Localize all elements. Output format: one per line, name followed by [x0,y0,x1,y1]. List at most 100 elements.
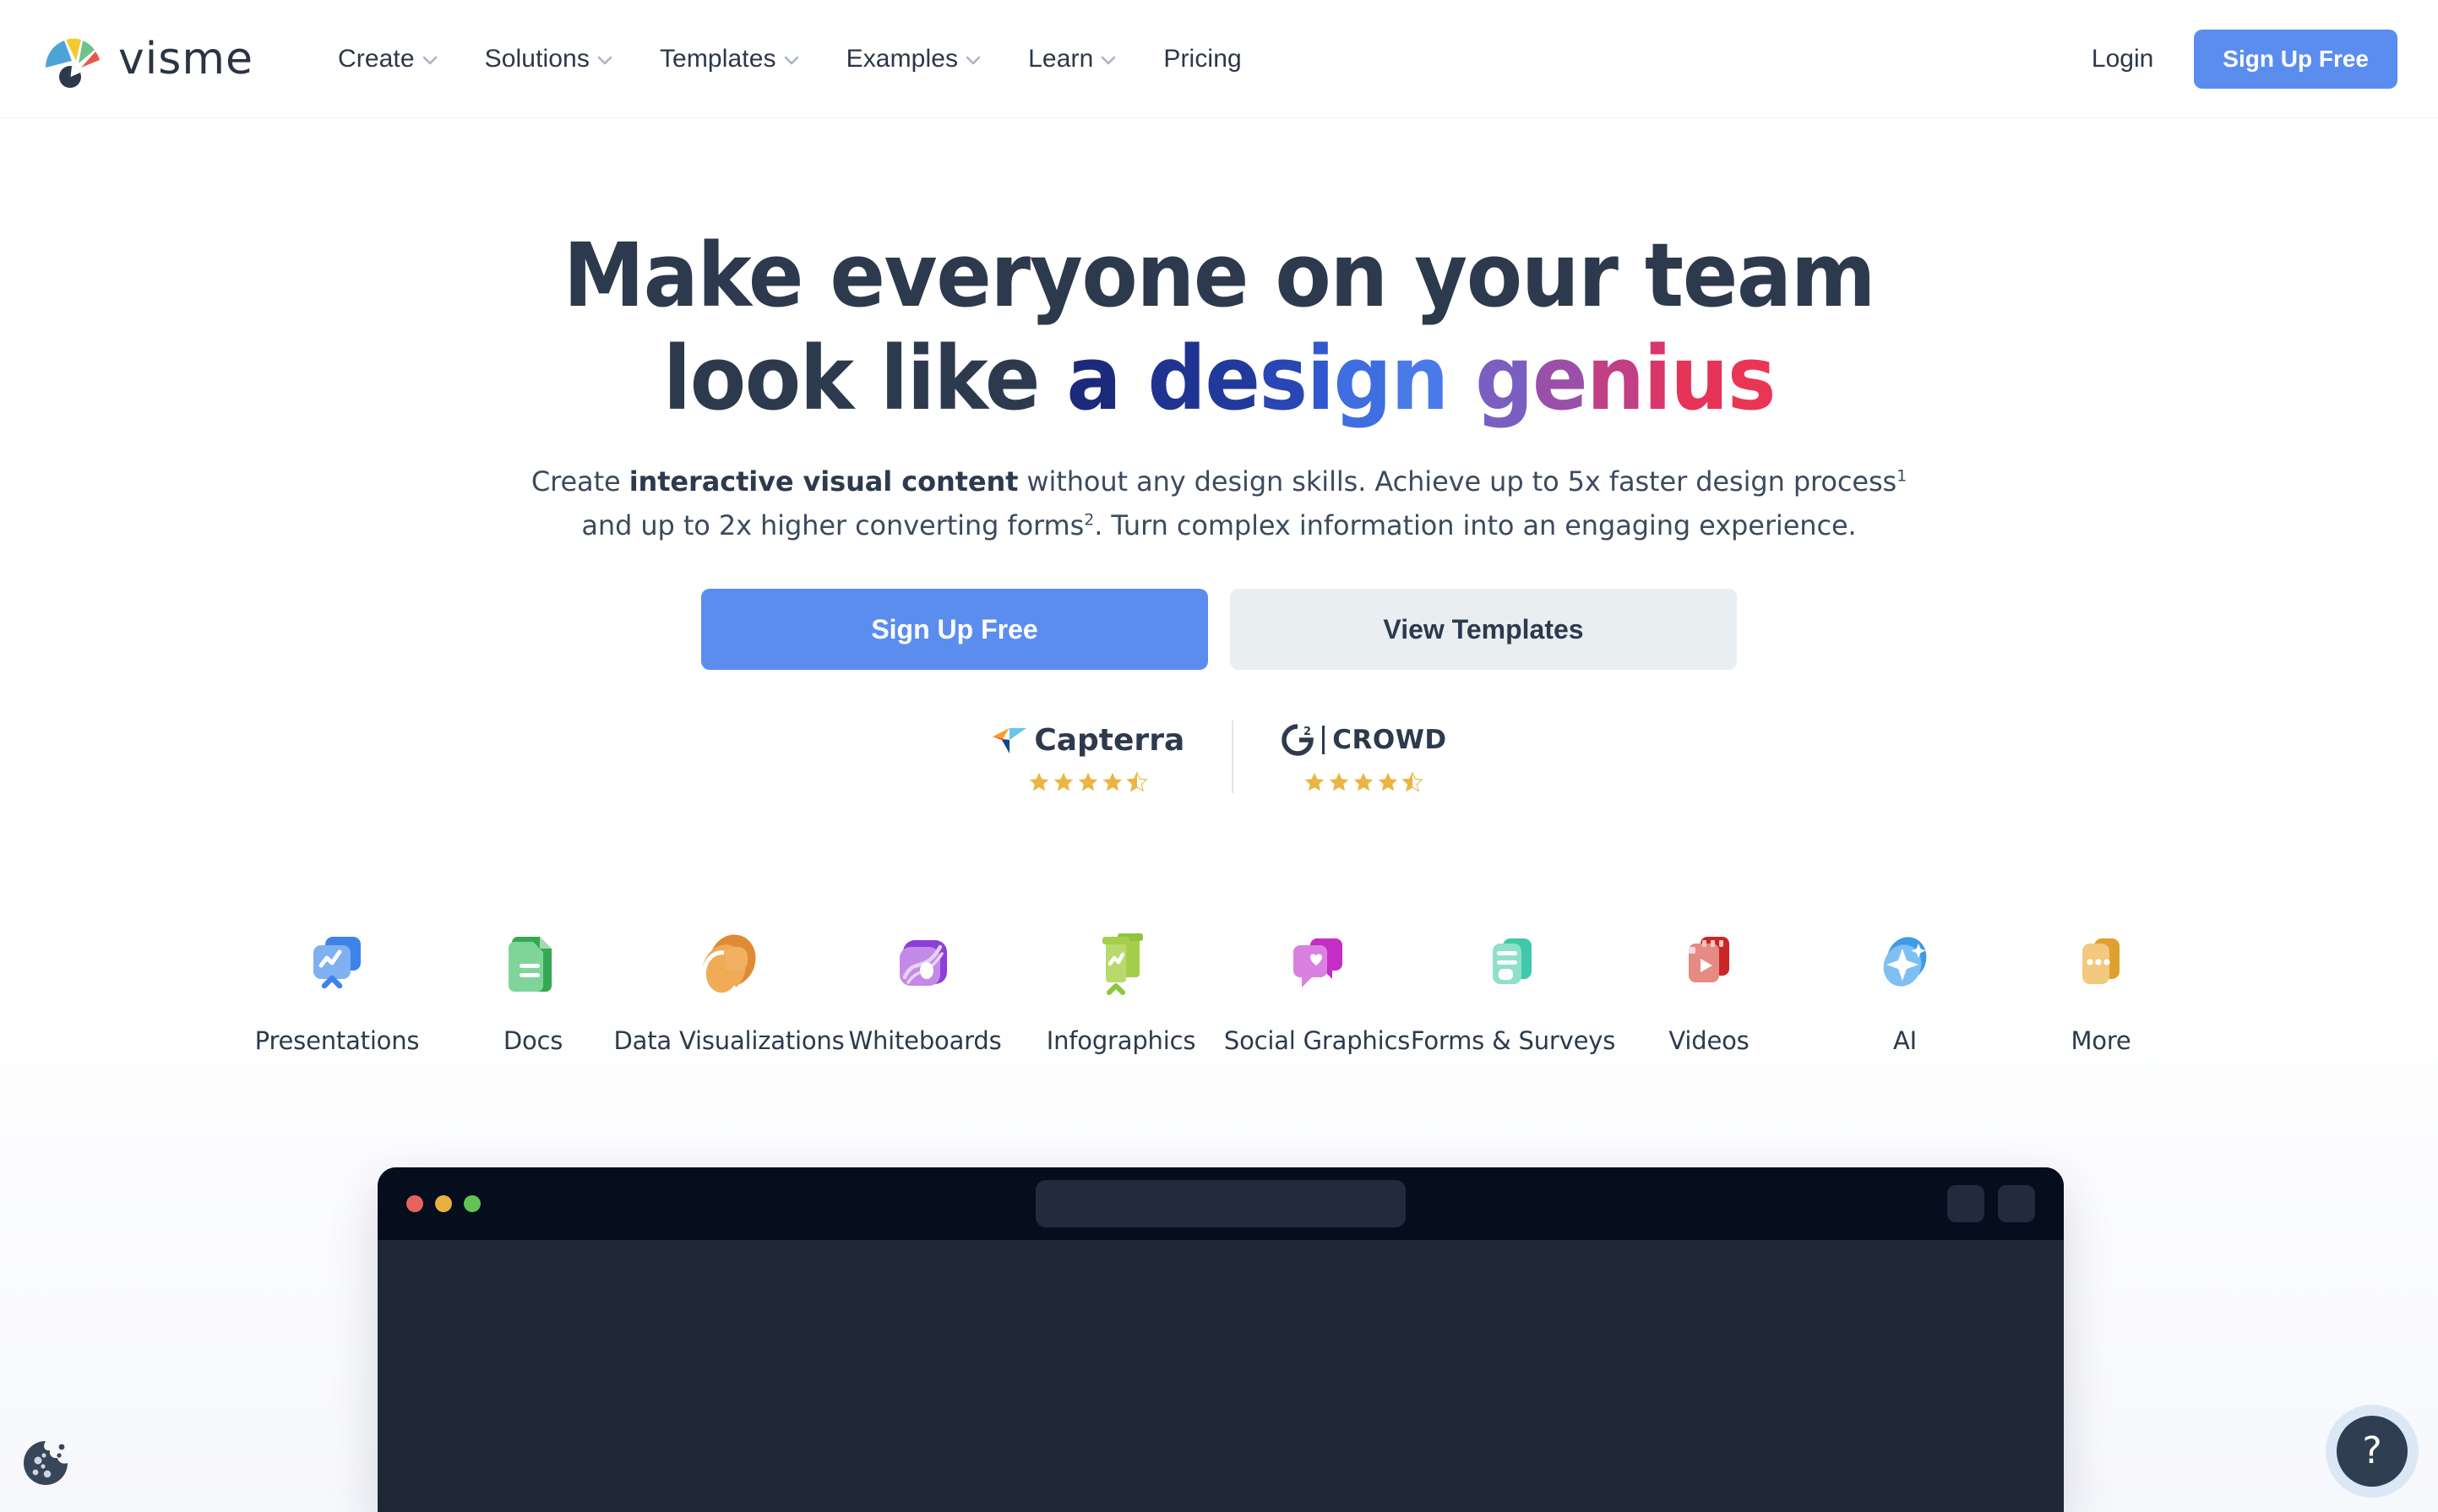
svg-text:2: 2 [1303,726,1311,738]
visme-logo-icon [45,38,100,88]
g2crowd-logo: 2 CROWD [1281,721,1446,759]
category-label: Data Visualizations [613,1026,845,1055]
mockup-viewport [378,1240,2064,1512]
nav-item-solutions[interactable]: Solutions [461,36,636,82]
window-close-dot[interactable] [406,1195,423,1212]
nav-label: Learn [1028,44,1094,73]
logo-divider [1322,726,1325,754]
window-maximize-dot[interactable] [464,1195,481,1212]
brand-name: visme [118,33,253,84]
mockup-url-bar[interactable] [1036,1180,1406,1227]
chevron-down-icon [1102,56,1116,65]
category-infographics[interactable]: Infographics [1023,925,1219,1055]
footnote-marker-1: 1 [1897,466,1907,486]
chat-heart-icon [1293,938,1342,987]
category-label: Forms & Surveys [1410,1026,1616,1055]
window-minimize-dot[interactable] [435,1195,452,1212]
subhead-bold: interactive visual content [629,465,1019,498]
mockup-toolbar-button[interactable] [1998,1185,2035,1222]
capterra-star-rating [1028,771,1148,793]
nav-item-learn[interactable]: Learn [1004,36,1140,82]
g2crowd-star-rating [1303,771,1423,793]
category-data-visualizations[interactable]: Data Visualizations [614,925,845,1055]
g2crowd-badge[interactable]: 2 CROWD [1232,721,1494,793]
category-label: Whiteboards [848,1026,1002,1055]
help-label: ? [2362,1429,2382,1472]
capterra-name: Capterra [1034,722,1185,758]
category-social-graphics[interactable]: Social Graphics [1219,925,1415,1055]
star-full-icon [1354,772,1374,791]
whiteboard-icon [900,940,947,986]
mockup-title-bar [378,1167,2064,1240]
nav-label: Pricing [1163,44,1242,73]
document-icon [509,937,552,992]
nav-actions: Login Sign Up Free [2092,29,2397,89]
category-label: Docs [503,1026,563,1055]
headline-line-1: Make everyone on your team [563,224,1876,327]
subhead-post: without any design skills. Achieve up to… [1018,465,1897,498]
star-full-icon [1379,772,1398,791]
more-cards-icon [2082,938,2120,984]
mockup-toolbar-button[interactable] [1947,1185,1984,1222]
star-full-icon [1305,772,1325,791]
nav-label: Examples [846,44,959,73]
g2-mark-icon: 2 [1282,724,1314,756]
nav-item-create[interactable]: Create [314,36,461,82]
headline-line-2: look like a design genius [662,326,1777,430]
g2crowd-name: CROWD [1332,725,1447,755]
sparkle-icon [1883,937,1927,987]
category-label: AI [1893,1026,1917,1055]
nav-item-templates[interactable]: Templates [636,36,823,82]
subhead-line2-pre: and up to 2x higher converting forms [581,509,1085,542]
category-ai[interactable]: AI [1807,925,2003,1055]
window-controls [406,1195,481,1212]
browser-mockup [378,1167,2064,1512]
capterra-arrow-icon [993,728,1027,753]
star-full-icon [1330,772,1349,791]
pie-chart-icon [701,934,756,998]
nav-item-pricing[interactable]: Pricing [1140,36,1265,82]
view-templates-button[interactable]: View Templates [1230,589,1737,670]
category-label: Videos [1668,1026,1750,1055]
hero-section: Make everyone on your team look like a d… [0,118,2438,793]
nav-item-examples[interactable]: Examples [823,36,1005,82]
category-label: More [2071,1026,2131,1055]
star-full-icon [1102,772,1123,791]
hero-subheadline: Create interactive visual content withou… [0,460,2438,548]
signup-button-nav[interactable]: Sign Up Free [2194,29,2397,89]
main-nav-links: Create Solutions Templates Examples Lear [314,36,1265,82]
cookie-consent-button[interactable] [15,1433,76,1493]
capterra-badge[interactable]: Capterra [944,721,1232,793]
help-button[interactable]: ? [2337,1416,2408,1487]
category-label: Social Graphics [1223,1026,1411,1055]
form-icon [1493,938,1532,984]
visme-logo-link[interactable]: visme [44,29,253,90]
nav-label: Create [337,44,415,73]
video-icon [1689,937,1729,982]
mockup-toolbar-buttons [1947,1185,2035,1222]
cookie-icon [24,1441,68,1485]
infographic-icon [1102,933,1143,995]
headline-plain: look like [662,326,1067,430]
category-more[interactable]: More [2003,925,2199,1055]
category-forms-surveys[interactable]: Forms & Surveys [1411,925,1615,1055]
page-title: Make everyone on your team look like a d… [85,224,2353,430]
login-link[interactable]: Login [2092,45,2153,73]
chevron-down-icon [784,56,798,65]
star-full-icon [1078,772,1098,791]
category-label: Presentations [254,1026,420,1055]
presentation-icon [313,937,361,989]
footnote-marker-2: 2 [1084,510,1095,530]
star-half-icon [1401,771,1423,792]
category-whiteboards[interactable]: Whiteboards [827,925,1023,1055]
signup-free-button[interactable]: Sign Up Free [701,589,1208,670]
review-badges: Capterra 2 CROWD [0,721,2438,793]
category-docs[interactable]: Docs [435,925,631,1055]
star-full-icon [1053,772,1074,791]
top-navigation-bar: visme Create Solutions Templates Example… [0,0,2438,118]
category-videos[interactable]: Videos [1611,925,1807,1055]
category-presentations[interactable]: Presentations [239,925,435,1055]
star-full-icon [1029,772,1049,791]
chevron-down-icon [597,56,612,65]
capterra-logo: Capterra [991,721,1184,759]
